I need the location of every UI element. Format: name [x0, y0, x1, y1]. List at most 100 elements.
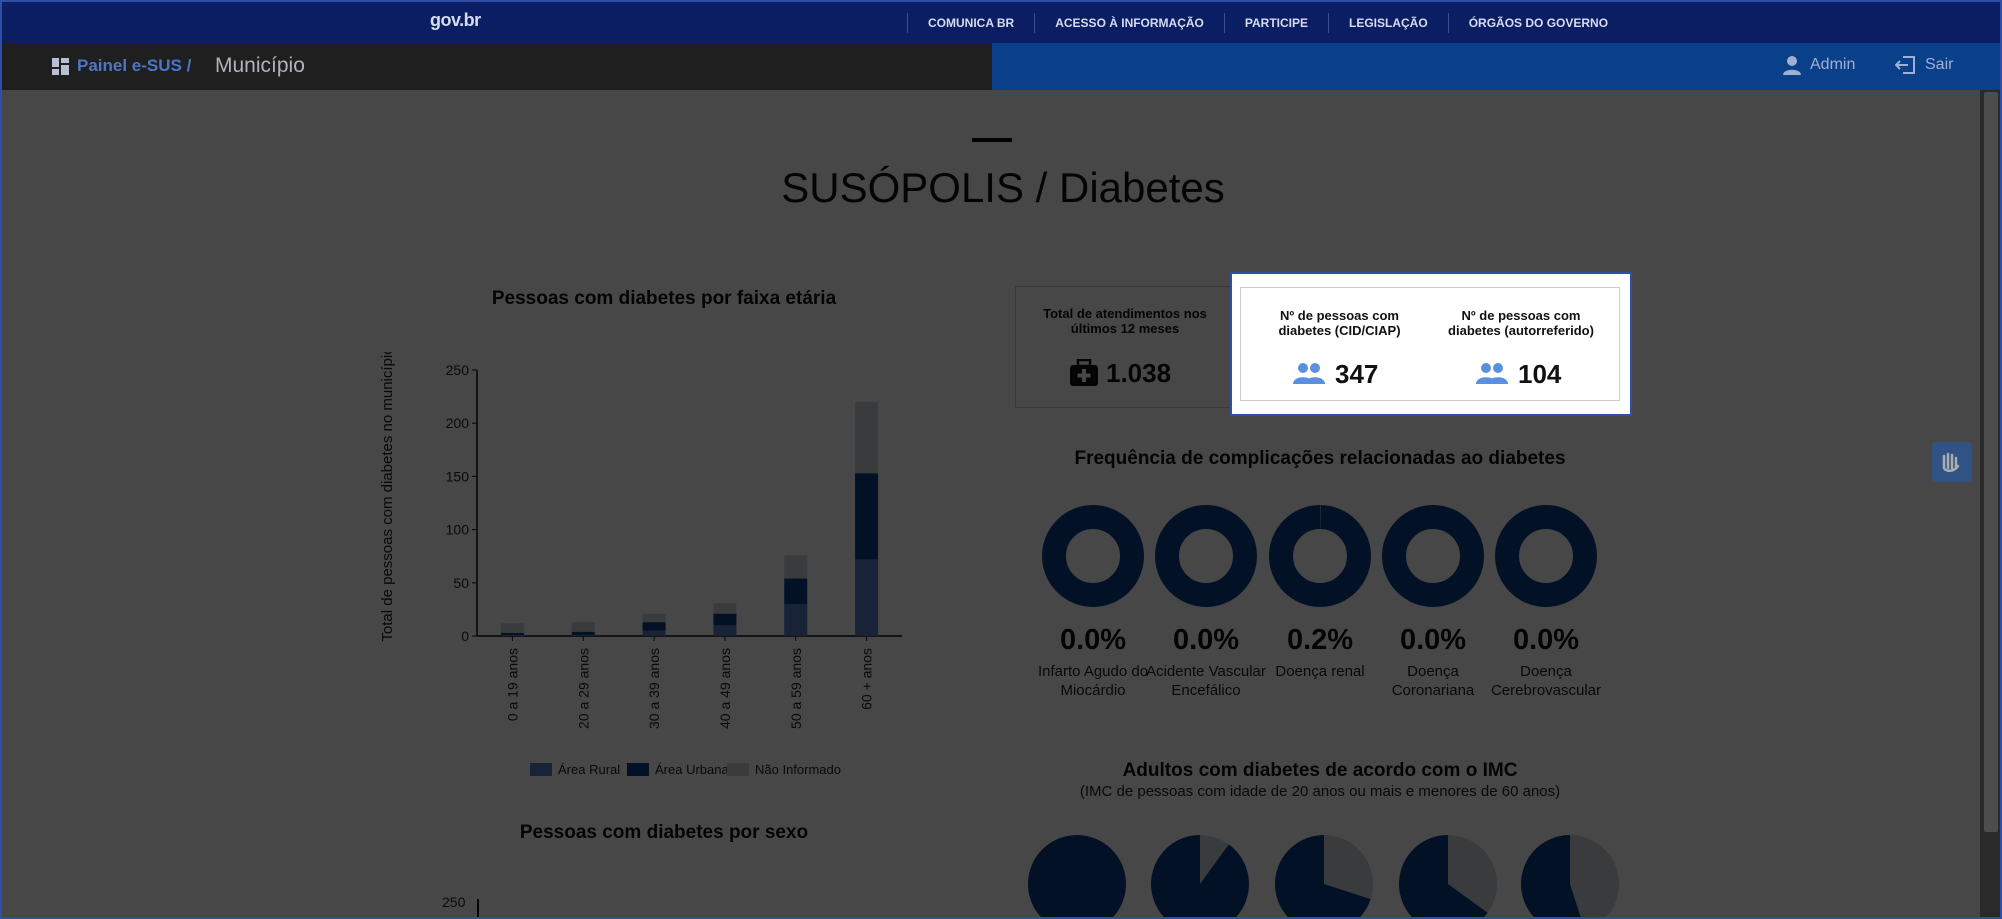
people-icon	[1476, 363, 1508, 384]
title-accent	[972, 138, 1012, 142]
link-acesso-informacao[interactable]: ACESSO À INFORMAÇÃO	[1034, 12, 1224, 33]
legend-swatch[interactable]	[727, 763, 749, 776]
bar-segment[interactable]	[642, 622, 666, 631]
pie-base	[1028, 835, 1126, 917]
x-tick-label: 40 a 49 anos	[717, 648, 733, 729]
donut-chart	[1155, 505, 1257, 607]
people-icon	[1293, 363, 1325, 384]
imc-pie	[1521, 835, 1619, 917]
imc-pie	[1151, 835, 1249, 917]
logout-button[interactable]: Sair	[1895, 55, 1953, 75]
gov-links: COMUNICA BR ACESSO À INFORMAÇÃO PARTICIP…	[907, 2, 1628, 43]
imc-pie	[1028, 835, 1126, 917]
link-participe[interactable]: PARTICIPE	[1223, 12, 1328, 33]
bar-segment[interactable]	[784, 604, 808, 636]
link-legislacao[interactable]: LEGISLAÇÃO	[1328, 12, 1448, 33]
y-tick-label: 150	[446, 468, 470, 484]
y-tick-label: 100	[446, 522, 470, 538]
x-tick-label: 30 a 39 anos	[646, 648, 662, 729]
donut-label: Doença renal	[1275, 663, 1365, 680]
brand-link[interactable]: Painel e-SUS /	[77, 56, 191, 76]
donut-value: 0.0%	[1399, 624, 1467, 656]
y-tick-label: 200	[446, 415, 470, 431]
x-tick-label: 60 + anos	[859, 648, 875, 710]
sexo-chart-title: Pessoas com diabetes por sexo	[519, 822, 809, 843]
admin-button[interactable]: Admin	[1782, 55, 1855, 75]
scrollbar-thumb[interactable]	[1984, 92, 1998, 832]
kpi-people-card: Nº de pessoas com diabetes (CID/CIAP) 34…	[1240, 287, 1620, 401]
bar-segment[interactable]	[500, 632, 524, 635]
imc-pie	[1275, 835, 1373, 917]
donut-ring	[1042, 505, 1144, 607]
bar-segment[interactable]	[500, 623, 524, 633]
page-scrollbar[interactable]	[1980, 90, 2000, 917]
bar-segment[interactable]	[642, 630, 666, 636]
logout-icon	[1895, 56, 1915, 74]
bar-segment[interactable]	[784, 578, 808, 605]
bar-segment[interactable]	[713, 603, 737, 614]
imc-title: Adultos com diabetes de acordo com o IMC	[1122, 760, 1518, 781]
bar-segment[interactable]	[571, 631, 595, 635]
pie-slice	[1151, 835, 1249, 917]
govbr-logo[interactable]: gov.br	[430, 10, 481, 31]
bar-segment[interactable]	[784, 555, 808, 579]
y-axis-label: Total de pessoas com diabetes no municíp…	[379, 352, 396, 642]
main-content	[2, 90, 1980, 917]
link-orgaos-governo[interactable]: ÓRGÃOS DO GOVERNO	[1447, 12, 1628, 33]
x-tick-label: 0 a 19 anos	[504, 648, 520, 721]
logout-label: Sair	[1925, 56, 1954, 73]
page-title: SUSÓPOLIS / Diabetes	[781, 164, 1225, 211]
age-bar-chart: Total de pessoas com diabetes no municíp…	[379, 352, 902, 777]
bar-segment[interactable]	[855, 473, 879, 560]
imc-subtitle: (IMC de pessoas com idade de 20 anos ou …	[1079, 783, 1561, 800]
admin-label: Admin	[1810, 56, 1856, 73]
complicacoes-title: Frequência de complicações relacionadas …	[1074, 448, 1566, 469]
highlighted-kpi-group: Nº de pessoas com diabetes (CID/CIAP) 34…	[1230, 272, 1632, 416]
donut-label: Doença Cerebrovascular	[1490, 663, 1602, 699]
bar-segment[interactable]	[500, 634, 524, 636]
bar-segment[interactable]	[855, 401, 879, 474]
donut-label: Infarto Agudo do Miocárdio	[1037, 663, 1149, 699]
legend-swatch[interactable]	[530, 763, 552, 776]
link-comunica-br[interactable]: COMUNICA BR	[907, 12, 1034, 33]
legend-label[interactable]: Área Rural	[558, 762, 620, 777]
hands-icon	[1942, 452, 1960, 472]
kpi-atendimentos-card: Total de atendimentos nos últimos 12 mes…	[1015, 286, 1233, 408]
gov-top-bar: gov.br COMUNICA BR ACESSO À INFORMAÇÃO P…	[2, 2, 2000, 43]
donut-chart	[1382, 505, 1484, 607]
y-tick-label: 50	[453, 575, 469, 591]
dashboard-grid-icon[interactable]	[52, 58, 69, 75]
kpi-auto-label: Nº de pessoas com diabetes (autorreferid…	[1448, 308, 1594, 338]
legend-label[interactable]: Área Urbana	[655, 762, 729, 777]
app-header: Painel e-SUS / Município Admin Sair	[2, 43, 2000, 90]
donut-chart	[1042, 505, 1144, 607]
donut-value: 0.0%	[1059, 624, 1127, 656]
bar-segment[interactable]	[571, 622, 595, 632]
donut-value: 0.2%	[1286, 624, 1354, 656]
y-tick-label: 250	[446, 362, 470, 378]
legend-label[interactable]: Não Informado	[755, 762, 841, 777]
accessibility-hands-button[interactable]	[1932, 442, 1972, 482]
bar-segment[interactable]	[855, 559, 879, 636]
breadcrumb-municipio: Município	[215, 54, 305, 77]
bar-segment[interactable]	[571, 634, 595, 636]
donut-chart	[1495, 505, 1597, 607]
age-chart-title: Pessoas com diabetes por faixa etária	[491, 288, 837, 309]
legend-swatch[interactable]	[627, 763, 649, 776]
imc-pie	[1399, 835, 1497, 917]
y-tick-label: 0	[461, 628, 469, 644]
kpi-atendimentos-label: Total de atendimentos nos últimos 12 mes…	[1043, 306, 1207, 336]
sexo-y-axis	[477, 899, 479, 917]
donut-value: 0.0%	[1172, 624, 1240, 656]
donut-label: Doença Coronariana	[1391, 663, 1475, 699]
kpi-cid-label: Nº de pessoas com diabetes (CID/CIAP)	[1278, 308, 1401, 338]
bar-segment[interactable]	[642, 613, 666, 623]
x-tick-label: 50 a 59 anos	[788, 648, 804, 729]
kpi-cid-value: 347	[1335, 359, 1379, 389]
app-window: gov.br COMUNICA BR ACESSO À INFORMAÇÃO P…	[0, 0, 2002, 919]
bar-segment[interactable]	[713, 613, 737, 626]
donut-ring	[1382, 505, 1484, 607]
bar-segment[interactable]	[713, 625, 737, 636]
donut-ring	[1495, 505, 1597, 607]
user-icon	[1783, 56, 1801, 75]
